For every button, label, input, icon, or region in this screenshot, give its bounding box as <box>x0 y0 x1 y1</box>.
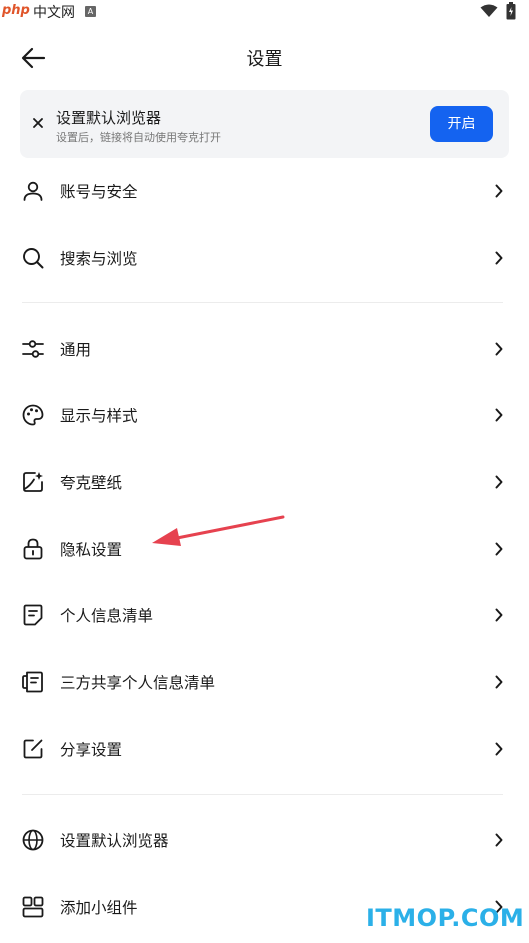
lock-icon <box>23 538 43 560</box>
chevron-right-icon <box>495 408 503 422</box>
status-bar: php 中文网 A <box>0 0 529 26</box>
close-icon[interactable] <box>33 118 43 128</box>
menu-item-label: 显示与样式 <box>60 407 138 425</box>
user-icon <box>23 181 43 201</box>
chevron-right-icon <box>495 833 503 847</box>
menu-item-label: 设置默认浏览器 <box>60 832 169 850</box>
section-divider <box>22 302 503 303</box>
document-icon <box>23 604 43 626</box>
menu-item-personal-info-list[interactable]: 个人信息清单 <box>0 587 529 643</box>
header: 设置 <box>0 32 529 84</box>
watermark-itmop: ITMOP.COM <box>366 904 525 932</box>
default-browser-banner: 设置默认浏览器 设置后，链接将自动使用夸克打开 开启 <box>20 90 509 158</box>
menu-item-third-party-info-list[interactable]: 三方共享个人信息清单 <box>0 654 529 710</box>
banner-title: 设置默认浏览器 <box>56 109 162 127</box>
menu-item-label: 通用 <box>60 341 92 359</box>
chevron-right-icon <box>495 475 503 489</box>
menu-item-general[interactable]: 通用 <box>0 321 529 377</box>
menu-item-account-security[interactable]: 账号与安全 <box>0 163 529 219</box>
watermark-cn: 中文网 <box>33 5 75 21</box>
notification-badge: A <box>85 6 96 17</box>
menu-item-label: 分享设置 <box>60 741 123 759</box>
menu-item-label: 隐私设置 <box>60 541 123 559</box>
edit-square-icon <box>23 739 43 759</box>
sliders-icon <box>22 340 44 358</box>
chevron-right-icon <box>495 342 503 356</box>
menu-item-label: 个人信息清单 <box>60 607 154 625</box>
menu-item-display-style[interactable]: 显示与样式 <box>0 387 529 443</box>
annotation-arrow <box>152 515 285 546</box>
menu-item-search-browse[interactable]: 搜索与浏览 <box>0 230 529 286</box>
search-icon <box>23 248 44 269</box>
chevron-right-icon <box>495 251 503 265</box>
palette-icon <box>22 404 44 426</box>
chevron-right-icon <box>495 184 503 198</box>
watermark-php: php <box>2 3 30 18</box>
menu-item-label: 三方共享个人信息清单 <box>60 674 216 692</box>
menu-item-label: 账号与安全 <box>60 183 138 201</box>
chevron-right-icon <box>495 542 503 556</box>
widgets-icon <box>22 896 44 918</box>
chevron-right-icon <box>495 675 503 689</box>
chevron-right-icon <box>495 742 503 756</box>
menu-item-default-browser[interactable]: 设置默认浏览器 <box>0 812 529 868</box>
battery-icon <box>506 2 516 20</box>
chevron-right-icon <box>495 608 503 622</box>
wallpaper-icon <box>23 472 43 492</box>
menu-item-label: 夸克壁纸 <box>60 474 123 492</box>
page-title: 设置 <box>246 49 283 70</box>
menu-item-share-settings[interactable]: 分享设置 <box>0 721 529 777</box>
section-divider <box>22 794 503 795</box>
wifi-icon <box>480 4 498 17</box>
share-list-icon <box>22 671 43 693</box>
menu-item-wallpaper[interactable]: 夸克壁纸 <box>0 454 529 510</box>
menu-item-label: 添加小组件 <box>60 899 138 917</box>
globe-icon <box>22 829 44 851</box>
enable-button[interactable]: 开启 <box>430 106 493 142</box>
banner-subtitle: 设置后，链接将自动使用夸克打开 <box>56 131 221 144</box>
menu-item-label: 搜索与浏览 <box>60 250 138 268</box>
